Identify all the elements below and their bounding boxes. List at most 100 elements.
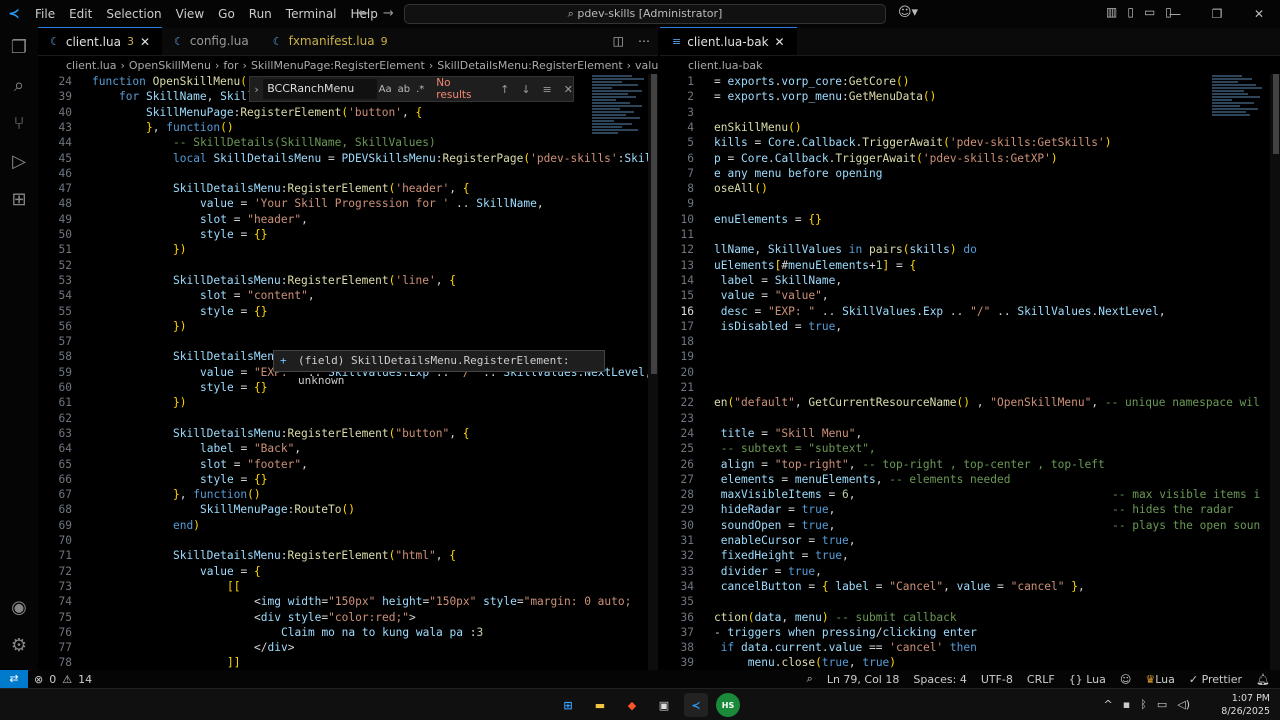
breadcrumb-item[interactable]: for xyxy=(223,59,238,72)
menu-run[interactable]: Run xyxy=(242,7,279,21)
code-line[interactable]: 33 divider = true, xyxy=(660,564,822,579)
file-explorer-icon[interactable]: ▬ xyxy=(588,693,612,717)
breadcrumb-item[interactable]: client.lua-bak xyxy=(688,59,763,72)
remote-icon[interactable]: ⇄ xyxy=(0,670,28,688)
code-line[interactable]: 62 xyxy=(38,411,92,426)
code-line[interactable]: 22 en("default", GetCurrentResourceName()… xyxy=(660,395,1260,410)
account-icon[interactable]: ◉ xyxy=(0,588,38,626)
code-line[interactable]: 67 }, function() xyxy=(38,487,261,502)
code-line[interactable]: 64 label = "Back", xyxy=(38,441,302,456)
code-line[interactable]: 69 end) xyxy=(38,518,200,533)
forward-arrow-icon[interactable]: → xyxy=(383,6,394,21)
code-line[interactable]: 21 xyxy=(660,380,714,395)
warning-count[interactable]: 14 xyxy=(78,673,92,686)
menu-file[interactable]: File xyxy=(28,7,62,21)
expand-hover-icon[interactable]: + xyxy=(280,351,287,371)
code-line[interactable]: 13 uElements[#menuElements+1] = { xyxy=(660,258,917,273)
code-line[interactable]: 73 [[ xyxy=(38,579,241,594)
code-line[interactable]: 74 <img width="150px" height="150px" sty… xyxy=(38,594,632,609)
code-line[interactable]: 78 ]] xyxy=(38,655,241,670)
code-line[interactable]: 39 menu.close(true, true) xyxy=(660,655,897,670)
tab-config-lua[interactable]: ☾ config.lua xyxy=(162,27,261,55)
tray-app-icon[interactable]: ▪ xyxy=(1123,698,1130,711)
back-arrow-icon[interactable]: ← xyxy=(358,6,369,21)
code-line[interactable]: 60 style = {} xyxy=(38,380,268,395)
code-line[interactable]: 30 soundOpen = true, -- plays the open s… xyxy=(660,518,1261,533)
code-line[interactable]: 19 xyxy=(660,349,714,364)
menu-go[interactable]: Go xyxy=(211,7,242,21)
language-mode[interactable]: Lua xyxy=(1086,673,1106,686)
vertical-scrollbar[interactable] xyxy=(1270,74,1280,670)
code-line[interactable]: 55 style = {} xyxy=(38,304,268,319)
minimap[interactable] xyxy=(1212,74,1272,234)
menu-terminal[interactable]: Terminal xyxy=(279,7,344,21)
code-line[interactable]: 28 maxVisibleItems = 6, -- max visible i… xyxy=(660,487,1261,502)
code-line[interactable]: 20 xyxy=(660,365,714,380)
explorer-icon[interactable]: ❐ xyxy=(0,28,38,66)
whole-word-icon[interactable]: ab xyxy=(398,84,410,95)
tab-client-lua-bak[interactable]: ≡ client.lua-bak ✕ xyxy=(660,27,797,55)
code-line[interactable]: 48 value = 'Your Skill Progression for '… xyxy=(38,196,544,211)
code-line[interactable]: 16 desc = "EXP: " .. SkillValues.Exp .. … xyxy=(660,304,1166,319)
code-line[interactable]: 37 - triggers when pressing/clicking ente… xyxy=(660,625,977,640)
run-debug-icon[interactable]: ▷ xyxy=(0,142,38,180)
code-line[interactable]: 72 value = { xyxy=(38,564,261,579)
cursor-position[interactable]: Ln 79, Col 18 xyxy=(827,673,900,686)
code-line[interactable]: 15 value = "value", xyxy=(660,288,829,303)
code-line[interactable]: 66 style = {} xyxy=(38,472,268,487)
encoding[interactable]: UTF-8 xyxy=(981,673,1013,686)
code-line[interactable]: 65 slot = "footer", xyxy=(38,457,308,472)
warnings-icon[interactable]: ⚠ xyxy=(62,673,72,686)
source-control-icon[interactable]: ⑂ xyxy=(0,104,38,142)
display-icon[interactable]: ▭ xyxy=(1157,698,1167,711)
match-case-icon[interactable]: Aa xyxy=(379,84,392,95)
code-line[interactable]: 36 ction(data, menu) -- submit callback xyxy=(660,610,957,625)
toggle-replace-icon[interactable]: › xyxy=(250,83,263,96)
code-line[interactable]: 45 local SkillDetailsMenu = PDEVSkillsMe… xyxy=(38,151,658,166)
code-line[interactable]: 2 = exports.vorp_menu:GetMenuData() xyxy=(660,89,936,104)
close-tab-icon[interactable]: ✕ xyxy=(140,35,150,49)
code-line[interactable]: 5 kills = Core.Callback.TriggerAwait('pde… xyxy=(660,135,1111,150)
breadcrumb-item[interactable]: value xyxy=(635,59,658,72)
code-line[interactable]: 54 slot = "content", xyxy=(38,288,315,303)
code-line[interactable]: 25 -- subtext = "subtext", xyxy=(660,441,876,456)
code-line[interactable]: 47 SkillDetailsMenu:RegisterElement('hea… xyxy=(38,181,470,196)
code-line[interactable]: 8 oseAll() xyxy=(660,181,768,196)
code-line[interactable]: 23 xyxy=(660,411,714,426)
code-line[interactable]: 4 enSkillMenu() xyxy=(660,120,801,135)
copilot-icon[interactable]: ☺▾ xyxy=(898,5,918,20)
vscode-taskbar-icon[interactable]: ≺ xyxy=(684,693,708,717)
code-line[interactable]: 27 elements = menuElements, -- elements … xyxy=(660,472,1011,487)
code-line[interactable]: 75 <div style="color:red;"> xyxy=(38,610,416,625)
close-find-icon[interactable]: ✕ xyxy=(564,83,573,96)
code-line[interactable]: 61 }) xyxy=(38,395,187,410)
code-line[interactable]: 35 xyxy=(660,594,714,609)
minimize-icon[interactable]: — xyxy=(1154,0,1196,28)
breadcrumb-item[interactable]: SkillMenuPage:RegisterElement xyxy=(251,59,425,72)
code-line[interactable]: 71 SkillDetailsMenu:RegisterElement("htm… xyxy=(38,548,456,563)
code-line[interactable]: 53 SkillDetailsMenu:RegisterElement('lin… xyxy=(38,273,456,288)
code-line[interactable]: 32 fixedHeight = true, xyxy=(660,548,849,563)
code-line[interactable]: 7 e any menu before opening xyxy=(660,166,882,181)
tab-client-lua[interactable]: ☾ client.lua 3 ✕ xyxy=(38,27,163,55)
previous-match-icon[interactable]: ↑ xyxy=(500,83,509,96)
notifications-bell-icon[interactable]: 🔔︎ xyxy=(1256,673,1270,686)
next-match-icon[interactable]: ↓ xyxy=(521,83,530,96)
breadcrumb-item[interactable]: client.lua xyxy=(66,59,116,72)
code-line[interactable]: 40 SkillMenuPage:RegisterElement('button… xyxy=(38,105,423,120)
indentation[interactable]: Spaces: 4 xyxy=(913,673,966,686)
code-line[interactable]: 44 -- SkillDetails(SkillName, SkillValue… xyxy=(38,135,436,150)
code-line[interactable]: 12 llName, SkillValues in pairs(skills) d… xyxy=(660,242,977,257)
line-ending[interactable]: CRLF xyxy=(1027,673,1055,686)
code-line[interactable]: 3 xyxy=(660,105,714,120)
prettier-status[interactable]: Prettier xyxy=(1202,673,1242,686)
settings-gear-icon[interactable]: ⚙ xyxy=(0,626,38,664)
close-tab-icon[interactable]: ✕ xyxy=(775,35,785,49)
code-line[interactable]: 77 </div> xyxy=(38,640,295,655)
code-line[interactable]: 38 if data.current.value == 'cancel' the… xyxy=(660,640,977,655)
menu-selection[interactable]: Selection xyxy=(99,7,168,21)
volume-icon[interactable]: ◁) xyxy=(1177,698,1190,711)
code-line[interactable]: 11 xyxy=(660,227,714,242)
code-line[interactable]: 24 function OpenSkillMenu() xyxy=(38,74,254,89)
restore-icon[interactable]: ❐ xyxy=(1196,0,1238,28)
